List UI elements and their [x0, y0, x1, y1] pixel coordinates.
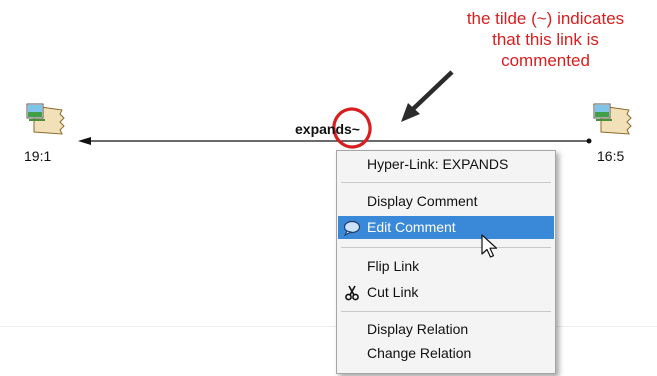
menu-item-edit-comment[interactable]: Edit Comment: [338, 216, 554, 239]
cursor-arrow-icon: [481, 234, 498, 258]
menu-item-label: Edit Comment: [367, 219, 456, 235]
menu-item-flip-link[interactable]: Flip Link: [338, 255, 554, 278]
image-document-icon: [593, 103, 632, 135]
speech-bubble-icon: [343, 220, 361, 236]
annotation-line: that this link is: [492, 30, 599, 49]
callout-arrow-shaft: [410, 70, 454, 112]
node-left[interactable]: 19:1: [24, 100, 68, 170]
context-menu: Hyper-Link: EXPANDS Display Comment Edit…: [336, 150, 556, 374]
menu-separator: [341, 247, 551, 248]
link-label[interactable]: expands~: [295, 121, 360, 137]
node-id-label: 16:5: [597, 148, 625, 164]
scissors-icon: [345, 285, 359, 301]
menu-item-change-relation[interactable]: Change Relation: [338, 342, 554, 365]
menu-separator: [341, 311, 551, 312]
menu-item-label: Cut Link: [367, 284, 419, 300]
annotation-line: commented: [501, 51, 590, 70]
annotation-callout: the tilde (~) indicates that this link i…: [438, 8, 653, 71]
menu-separator: [341, 182, 551, 183]
menu-title: Hyper-Link: EXPANDS: [367, 156, 509, 172]
node-id-label: 19:1: [24, 148, 52, 164]
arrowhead-icon: [78, 137, 91, 145]
menu-item-display-comment[interactable]: Display Comment: [338, 190, 554, 213]
node-right[interactable]: 16:5: [591, 100, 635, 170]
menu-item-display-relation[interactable]: Display Relation: [338, 318, 554, 341]
menu-item-cut-link[interactable]: Cut Link: [338, 281, 554, 304]
annotation-line: the tilde (~) indicates: [466, 9, 625, 28]
graph-canvas: 19:1 16:5 expands~ the tilde (~) indicat…: [0, 0, 657, 376]
image-document-icon: [26, 103, 65, 135]
